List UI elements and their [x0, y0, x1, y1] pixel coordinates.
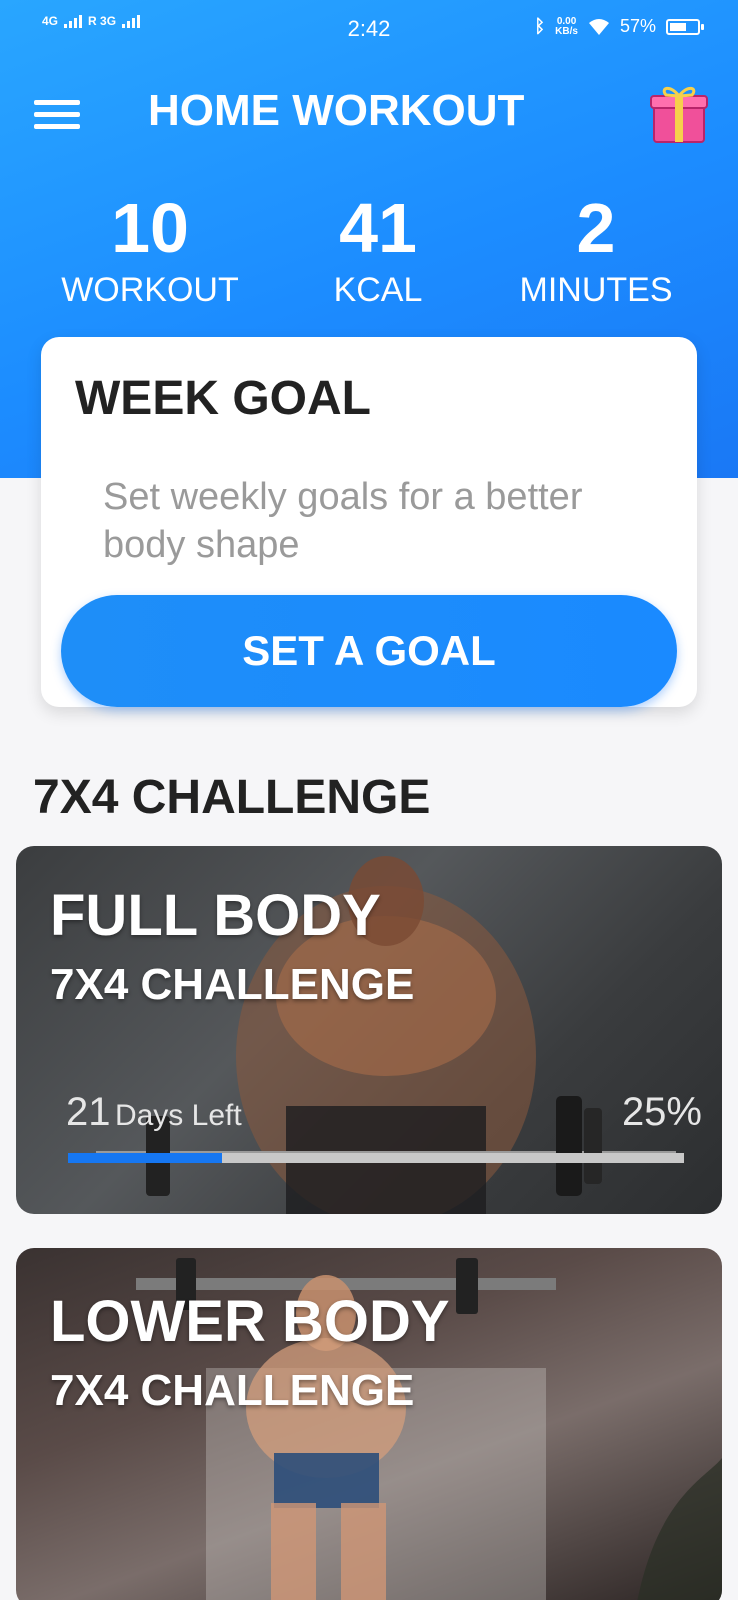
status-icons: ᛒ 0.00 KB/s 57% [534, 16, 704, 37]
stat-value: 41 [339, 189, 417, 267]
challenge-subtitle: 7X4 CHALLENGE [50, 1366, 415, 1415]
week-goal-description: Set weekly goals for a better body shape [103, 476, 583, 566]
status-bar: 4G R 3G 2:42 ᛒ 0.00 KB/s 57% [0, 0, 738, 58]
stat-workout: 10 WORKOUT [30, 188, 270, 310]
stat-label: KCAL [333, 271, 423, 309]
challenge-card-full-body[interactable]: FULL BODY 7X4 CHALLENGE 21 Days Left 25% [16, 846, 722, 1214]
wifi-icon [588, 18, 609, 35]
progress-percent: 25% [621, 1090, 702, 1134]
challenge-name: LOWER BODY [50, 1289, 450, 1354]
progress-bar [68, 1153, 684, 1163]
week-goal-title: WEEK GOAL [75, 372, 371, 425]
stat-minutes: 2 MINUTES [476, 188, 716, 310]
battery-percent: 57% [619, 16, 656, 36]
week-goal-card: WEEK GOAL Set weekly goals for a better … [41, 337, 697, 707]
gift-icon[interactable] [650, 82, 708, 144]
days-left-number: 21 [66, 1090, 111, 1134]
network-speed-unit: KB/s [555, 25, 578, 37]
hamburger-menu-icon [34, 100, 80, 105]
section-title: 7X4 CHALLENGE [33, 771, 431, 824]
challenge-name: FULL BODY [50, 883, 381, 948]
stat-value: 2 [576, 189, 616, 267]
bluetooth-icon: ᛒ [534, 16, 546, 36]
challenge-card-lower-body[interactable]: LOWER BODY 7X4 CHALLENGE [16, 1248, 722, 1600]
stat-value: 10 [111, 189, 189, 267]
set-goal-button[interactable]: SET A GOAL [61, 595, 677, 707]
network-speed: 0.00 KB/s [555, 16, 578, 37]
stat-label: WORKOUT [61, 271, 239, 309]
menu-button[interactable] [34, 94, 82, 134]
battery-icon [666, 18, 704, 35]
stat-label: MINUTES [519, 271, 673, 309]
app-title: HOME WORKOUT [148, 86, 525, 135]
stat-kcal: 41 KCAL [258, 188, 498, 310]
progress-bar-fill [68, 1153, 222, 1163]
days-left: 21 Days Left [66, 1090, 242, 1135]
challenge-subtitle: 7X4 CHALLENGE [50, 960, 415, 1009]
days-left-text: Days Left [114, 1099, 242, 1132]
